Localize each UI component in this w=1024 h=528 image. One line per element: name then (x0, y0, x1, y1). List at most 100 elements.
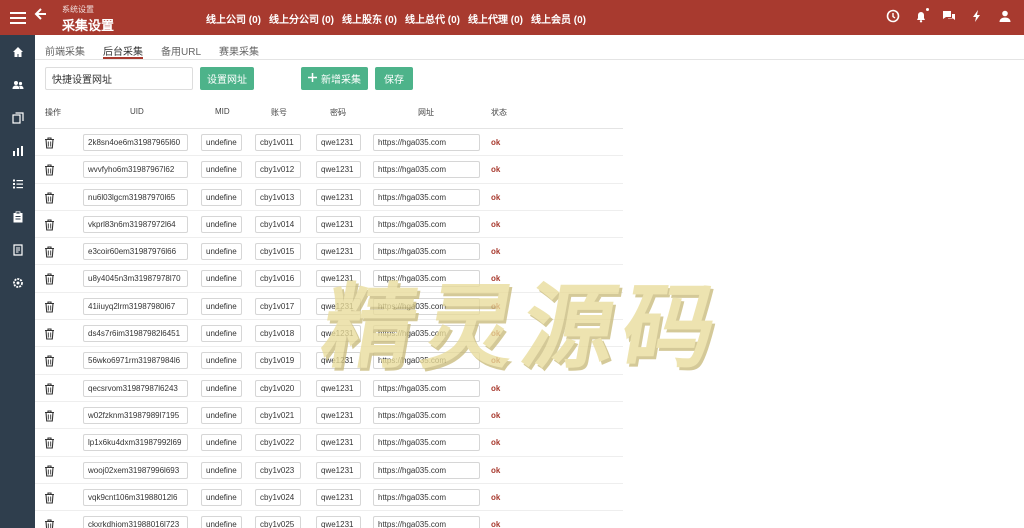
url-input[interactable] (373, 188, 480, 206)
users-icon[interactable] (0, 68, 35, 101)
mid-input[interactable] (201, 379, 242, 397)
mid-input[interactable] (201, 297, 242, 315)
password-input[interactable] (316, 434, 361, 452)
account-input[interactable] (255, 297, 301, 315)
trash-icon[interactable] (44, 437, 55, 449)
account-input[interactable] (255, 352, 301, 370)
document-icon[interactable] (0, 233, 35, 266)
uid-input[interactable] (83, 434, 188, 452)
trash-icon[interactable] (44, 383, 55, 395)
mid-input[interactable] (201, 161, 242, 179)
mid-input[interactable] (201, 243, 242, 261)
uid-input[interactable] (83, 215, 188, 233)
trash-icon[interactable] (44, 137, 55, 149)
url-input[interactable] (373, 297, 480, 315)
uid-input[interactable] (83, 461, 188, 479)
trash-icon[interactable] (44, 219, 55, 231)
url-input[interactable] (373, 161, 480, 179)
tab-backend-collect[interactable]: 后台采集 (103, 35, 143, 59)
password-input[interactable] (316, 352, 361, 370)
trash-icon[interactable] (44, 301, 55, 313)
url-input[interactable] (373, 134, 480, 151)
mid-input[interactable] (201, 352, 242, 370)
lightning-icon[interactable] (970, 9, 984, 23)
password-input[interactable] (316, 161, 361, 179)
mid-input[interactable] (201, 325, 242, 343)
uid-input[interactable] (83, 161, 188, 179)
password-input[interactable] (316, 270, 361, 288)
user-icon[interactable] (998, 9, 1012, 23)
mid-input[interactable] (201, 488, 242, 506)
url-input[interactable] (373, 243, 480, 261)
back-arrow-icon[interactable] (34, 7, 52, 25)
trash-icon[interactable] (44, 410, 55, 422)
account-input[interactable] (255, 379, 301, 397)
password-input[interactable] (316, 215, 361, 233)
stat-agent[interactable]: 线上代理 (0) (468, 11, 523, 26)
uid-input[interactable] (83, 134, 188, 151)
password-input[interactable] (316, 461, 361, 479)
trash-icon[interactable] (44, 465, 55, 477)
stat-member[interactable]: 线上会员 (0) (531, 11, 586, 26)
trash-icon[interactable] (44, 164, 55, 176)
mid-input[interactable] (201, 188, 242, 206)
trash-icon[interactable] (44, 192, 55, 204)
account-input[interactable] (255, 270, 301, 288)
clipboard-icon[interactable] (0, 200, 35, 233)
uid-input[interactable] (83, 488, 188, 506)
account-input[interactable] (255, 325, 301, 343)
url-input[interactable] (373, 434, 480, 452)
trash-icon[interactable] (44, 519, 55, 528)
mid-input[interactable] (201, 461, 242, 479)
save-button[interactable]: 保存 (375, 67, 413, 90)
url-input[interactable] (373, 461, 480, 479)
password-input[interactable] (316, 297, 361, 315)
stat-shareholder[interactable]: 线上股东 (0) (342, 11, 397, 26)
trash-icon[interactable] (44, 355, 55, 367)
uid-input[interactable] (83, 243, 188, 261)
account-input[interactable] (255, 516, 301, 528)
uid-input[interactable] (83, 379, 188, 397)
set-url-button[interactable]: 设置网址 (200, 67, 254, 90)
tab-frontend-collect[interactable]: 前端采集 (45, 35, 85, 59)
add-collect-button[interactable]: 新增采集 (301, 67, 368, 90)
account-input[interactable] (255, 488, 301, 506)
account-input[interactable] (255, 461, 301, 479)
url-input[interactable] (373, 325, 480, 343)
tab-results-collect[interactable]: 赛果采集 (219, 35, 259, 59)
mid-input[interactable] (201, 434, 242, 452)
uid-input[interactable] (83, 325, 188, 343)
url-input[interactable] (373, 379, 480, 397)
uid-input[interactable] (83, 188, 188, 206)
mid-input[interactable] (201, 215, 242, 233)
account-input[interactable] (255, 215, 301, 233)
uid-input[interactable] (83, 297, 188, 315)
password-input[interactable] (316, 406, 361, 424)
tab-backup-url[interactable]: 备用URL (161, 35, 201, 59)
trash-icon[interactable] (44, 273, 55, 286)
account-input[interactable] (255, 243, 301, 261)
url-input[interactable] (373, 516, 480, 528)
settings-icon[interactable] (0, 266, 35, 299)
stat-branch[interactable]: 线上分公司 (0) (269, 11, 334, 26)
bell-icon[interactable] (914, 7, 930, 23)
uid-input[interactable] (83, 352, 188, 370)
list-icon[interactable] (0, 167, 35, 200)
mid-input[interactable] (201, 406, 242, 424)
stat-general-agent[interactable]: 线上总代 (0) (405, 11, 460, 26)
password-input[interactable] (316, 134, 361, 151)
uid-input[interactable] (83, 516, 188, 528)
trash-icon[interactable] (44, 246, 55, 258)
trash-icon[interactable] (44, 492, 55, 504)
stat-company[interactable]: 线上公司 (0) (206, 11, 261, 26)
account-input[interactable] (255, 161, 301, 179)
uid-input[interactable] (83, 406, 188, 424)
copy-icon[interactable] (0, 101, 35, 134)
menu-icon[interactable] (10, 9, 26, 25)
mid-input[interactable] (201, 134, 242, 151)
clock-icon[interactable] (886, 9, 900, 23)
password-input[interactable] (316, 488, 361, 506)
password-input[interactable] (316, 325, 361, 343)
password-input[interactable] (316, 243, 361, 261)
chat-icon[interactable] (942, 9, 956, 23)
